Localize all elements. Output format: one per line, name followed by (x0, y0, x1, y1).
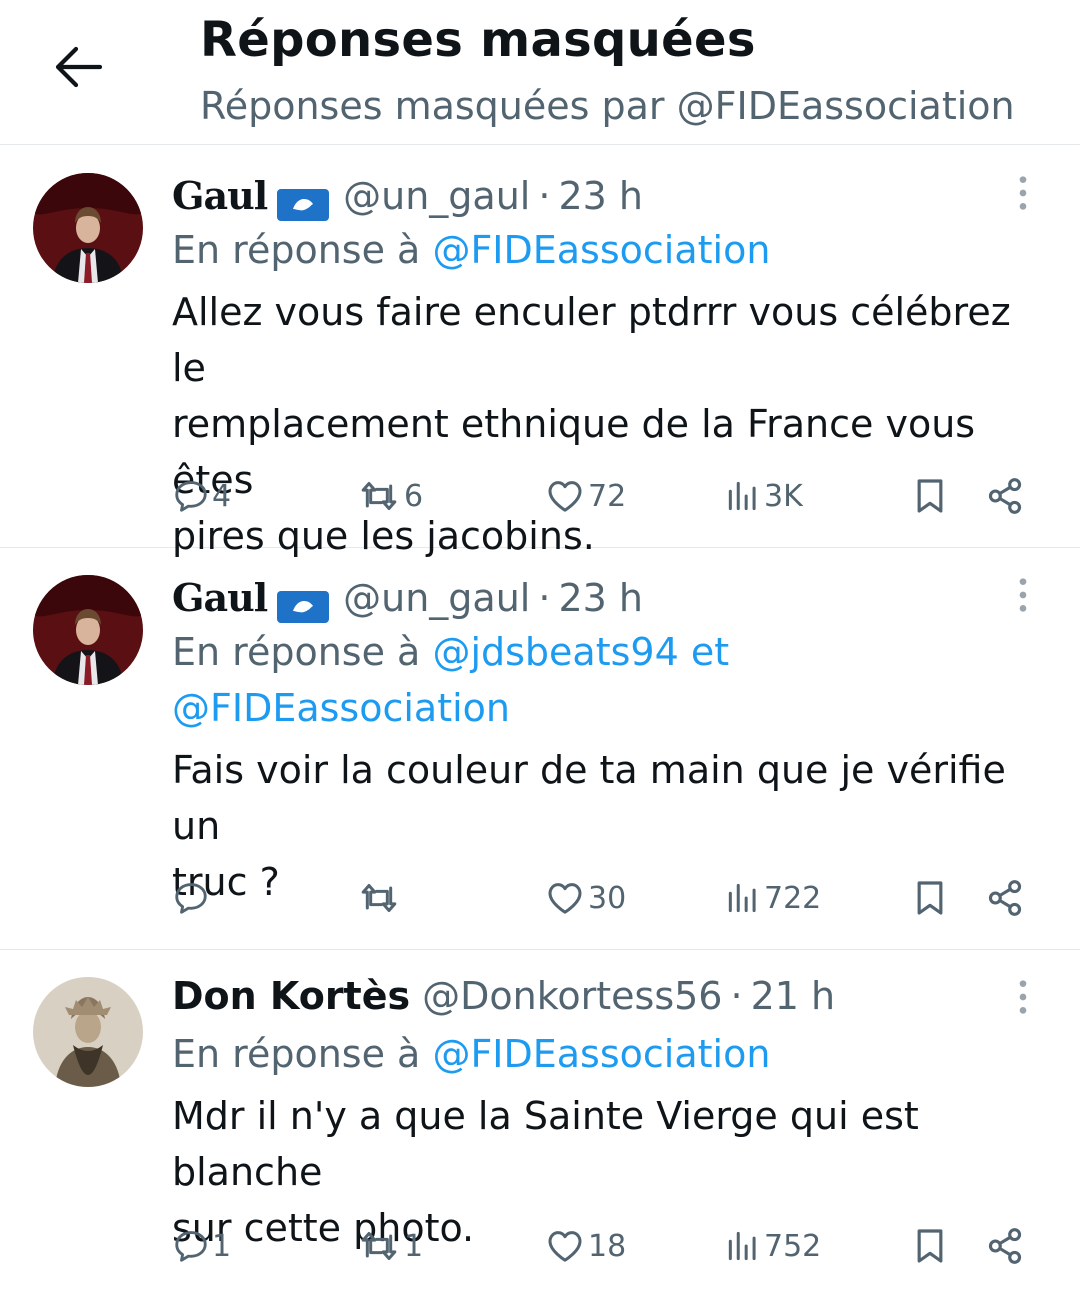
display-name[interactable]: Gaul (172, 168, 268, 224)
reply-count: 1 (212, 1228, 232, 1264)
reply-context: En réponse à @FIDEassociation (172, 222, 770, 278)
avatar[interactable] (33, 575, 143, 685)
reply-button[interactable]: 4 (172, 466, 231, 526)
bookmark-button[interactable] (910, 466, 950, 526)
reply-prefix: En réponse à (172, 1032, 421, 1076)
reply-count: 4 (212, 478, 232, 514)
arrow-left-icon (52, 45, 104, 93)
tweet-header: Don Kortès @Donkortess56 · 21 h (172, 968, 835, 1024)
bar-chart-icon (724, 879, 762, 917)
retweet-button[interactable]: 1 (356, 1216, 423, 1276)
display-name[interactable]: Gaul (172, 570, 268, 626)
share-button[interactable] (984, 466, 1026, 526)
retweet-count: 6 (404, 478, 424, 514)
mention-link[interactable]: @FIDEassociation (432, 1032, 770, 1076)
reply-prefix: En réponse à (172, 630, 421, 674)
views-count: 3K (764, 478, 803, 514)
more-options-button[interactable] (998, 974, 1048, 1024)
like-count: 30 (588, 880, 627, 916)
views-button[interactable]: 3K (724, 466, 803, 526)
reply-context: En réponse à @jdsbeats94 et (172, 624, 729, 680)
antarctica-flag-icon (277, 582, 329, 614)
tweet-header: Gaul @un_gaul · 23 h (172, 168, 643, 224)
three-dots-vertical-icon (1003, 173, 1043, 217)
bookmark-icon (910, 1225, 950, 1267)
tweet-1[interactable]: Gaul @un_gaul · 23 h En réponse à @FIDEa… (0, 146, 1080, 558)
views-count: 722 (764, 880, 822, 916)
views-count: 752 (764, 1228, 822, 1264)
timestamp[interactable]: 21 h (751, 968, 836, 1024)
mention-link[interactable]: @jdsbeats94 (432, 630, 678, 674)
reply-button[interactable] (172, 868, 212, 928)
tweet-3[interactable]: Don Kortès @Donkortess56 · 21 h En répon… (0, 950, 1080, 1299)
speech-bubble-icon (172, 1227, 210, 1265)
tweet-actions: 1 1 18 752 (172, 1216, 1052, 1276)
tweet-actions: 4 6 72 3K (172, 466, 1052, 526)
antarctica-flag-icon (277, 180, 329, 212)
like-button[interactable]: 30 (544, 868, 626, 928)
reply-context: En réponse à @FIDEassociation (172, 1026, 770, 1082)
mention-joiner: et (690, 630, 730, 674)
retweet-button[interactable] (356, 868, 404, 928)
separator: · (538, 174, 551, 218)
avatar[interactable] (33, 173, 143, 283)
retweet-arrows-icon (356, 476, 402, 516)
tweet-2[interactable]: Gaul @un_gaul · 23 h En réponse à @jdsbe… (0, 548, 1080, 950)
share-icon (984, 1225, 1026, 1267)
timestamp[interactable]: 23 h (558, 570, 643, 626)
three-dots-vertical-icon (1003, 575, 1043, 619)
like-count: 18 (588, 1228, 627, 1264)
like-button[interactable]: 18 (544, 1216, 626, 1276)
bar-chart-icon (724, 477, 762, 515)
bar-chart-icon (724, 1227, 762, 1265)
separator: · (730, 974, 743, 1018)
speech-bubble-icon (172, 879, 210, 917)
handle[interactable]: @un_gaul (343, 168, 530, 224)
reply-button[interactable]: 1 (172, 1216, 231, 1276)
display-name[interactable]: Don Kortès (172, 968, 410, 1024)
back-button[interactable] (40, 36, 116, 102)
speech-bubble-icon (172, 477, 210, 515)
share-button[interactable] (984, 1216, 1026, 1276)
handle[interactable]: @Donkortess56 (422, 968, 722, 1024)
heart-icon (544, 476, 586, 516)
share-icon (984, 877, 1026, 919)
more-options-button[interactable] (998, 170, 1048, 220)
mention-link[interactable]: @FIDEassociation (172, 686, 510, 730)
heart-icon (544, 1226, 586, 1266)
retweet-button[interactable]: 6 (356, 466, 423, 526)
handle[interactable]: @un_gaul (343, 570, 530, 626)
tweet-actions: 30 722 (172, 868, 1052, 928)
reply-context-continued: @FIDEassociation (172, 680, 510, 736)
bookmark-icon (910, 475, 950, 517)
avatar[interactable] (33, 977, 143, 1087)
separator: · (538, 576, 551, 620)
share-icon (984, 475, 1026, 517)
page-title: Réponses masquées (200, 12, 756, 68)
more-options-button[interactable] (998, 572, 1048, 622)
retweet-arrows-icon (356, 878, 402, 918)
views-button[interactable]: 722 (724, 868, 821, 928)
mention-link[interactable]: @FIDEassociation (432, 228, 770, 272)
heart-icon (544, 878, 586, 918)
reply-prefix: En réponse à (172, 228, 421, 272)
like-count: 72 (588, 478, 627, 514)
views-button[interactable]: 752 (724, 1216, 821, 1276)
page-subtitle: Réponses masquées par @FIDEassociation (200, 84, 1015, 128)
bookmark-button[interactable] (910, 1216, 950, 1276)
retweet-arrows-icon (356, 1226, 402, 1266)
retweet-count: 1 (404, 1228, 424, 1264)
tweet-header: Gaul @un_gaul · 23 h (172, 570, 643, 626)
like-button[interactable]: 72 (544, 466, 626, 526)
bookmark-button[interactable] (910, 868, 950, 928)
timestamp[interactable]: 23 h (558, 168, 643, 224)
three-dots-vertical-icon (1003, 977, 1043, 1021)
top-bar: Réponses masquées Réponses masquées par … (0, 0, 1080, 145)
share-button[interactable] (984, 868, 1026, 928)
bookmark-icon (910, 877, 950, 919)
